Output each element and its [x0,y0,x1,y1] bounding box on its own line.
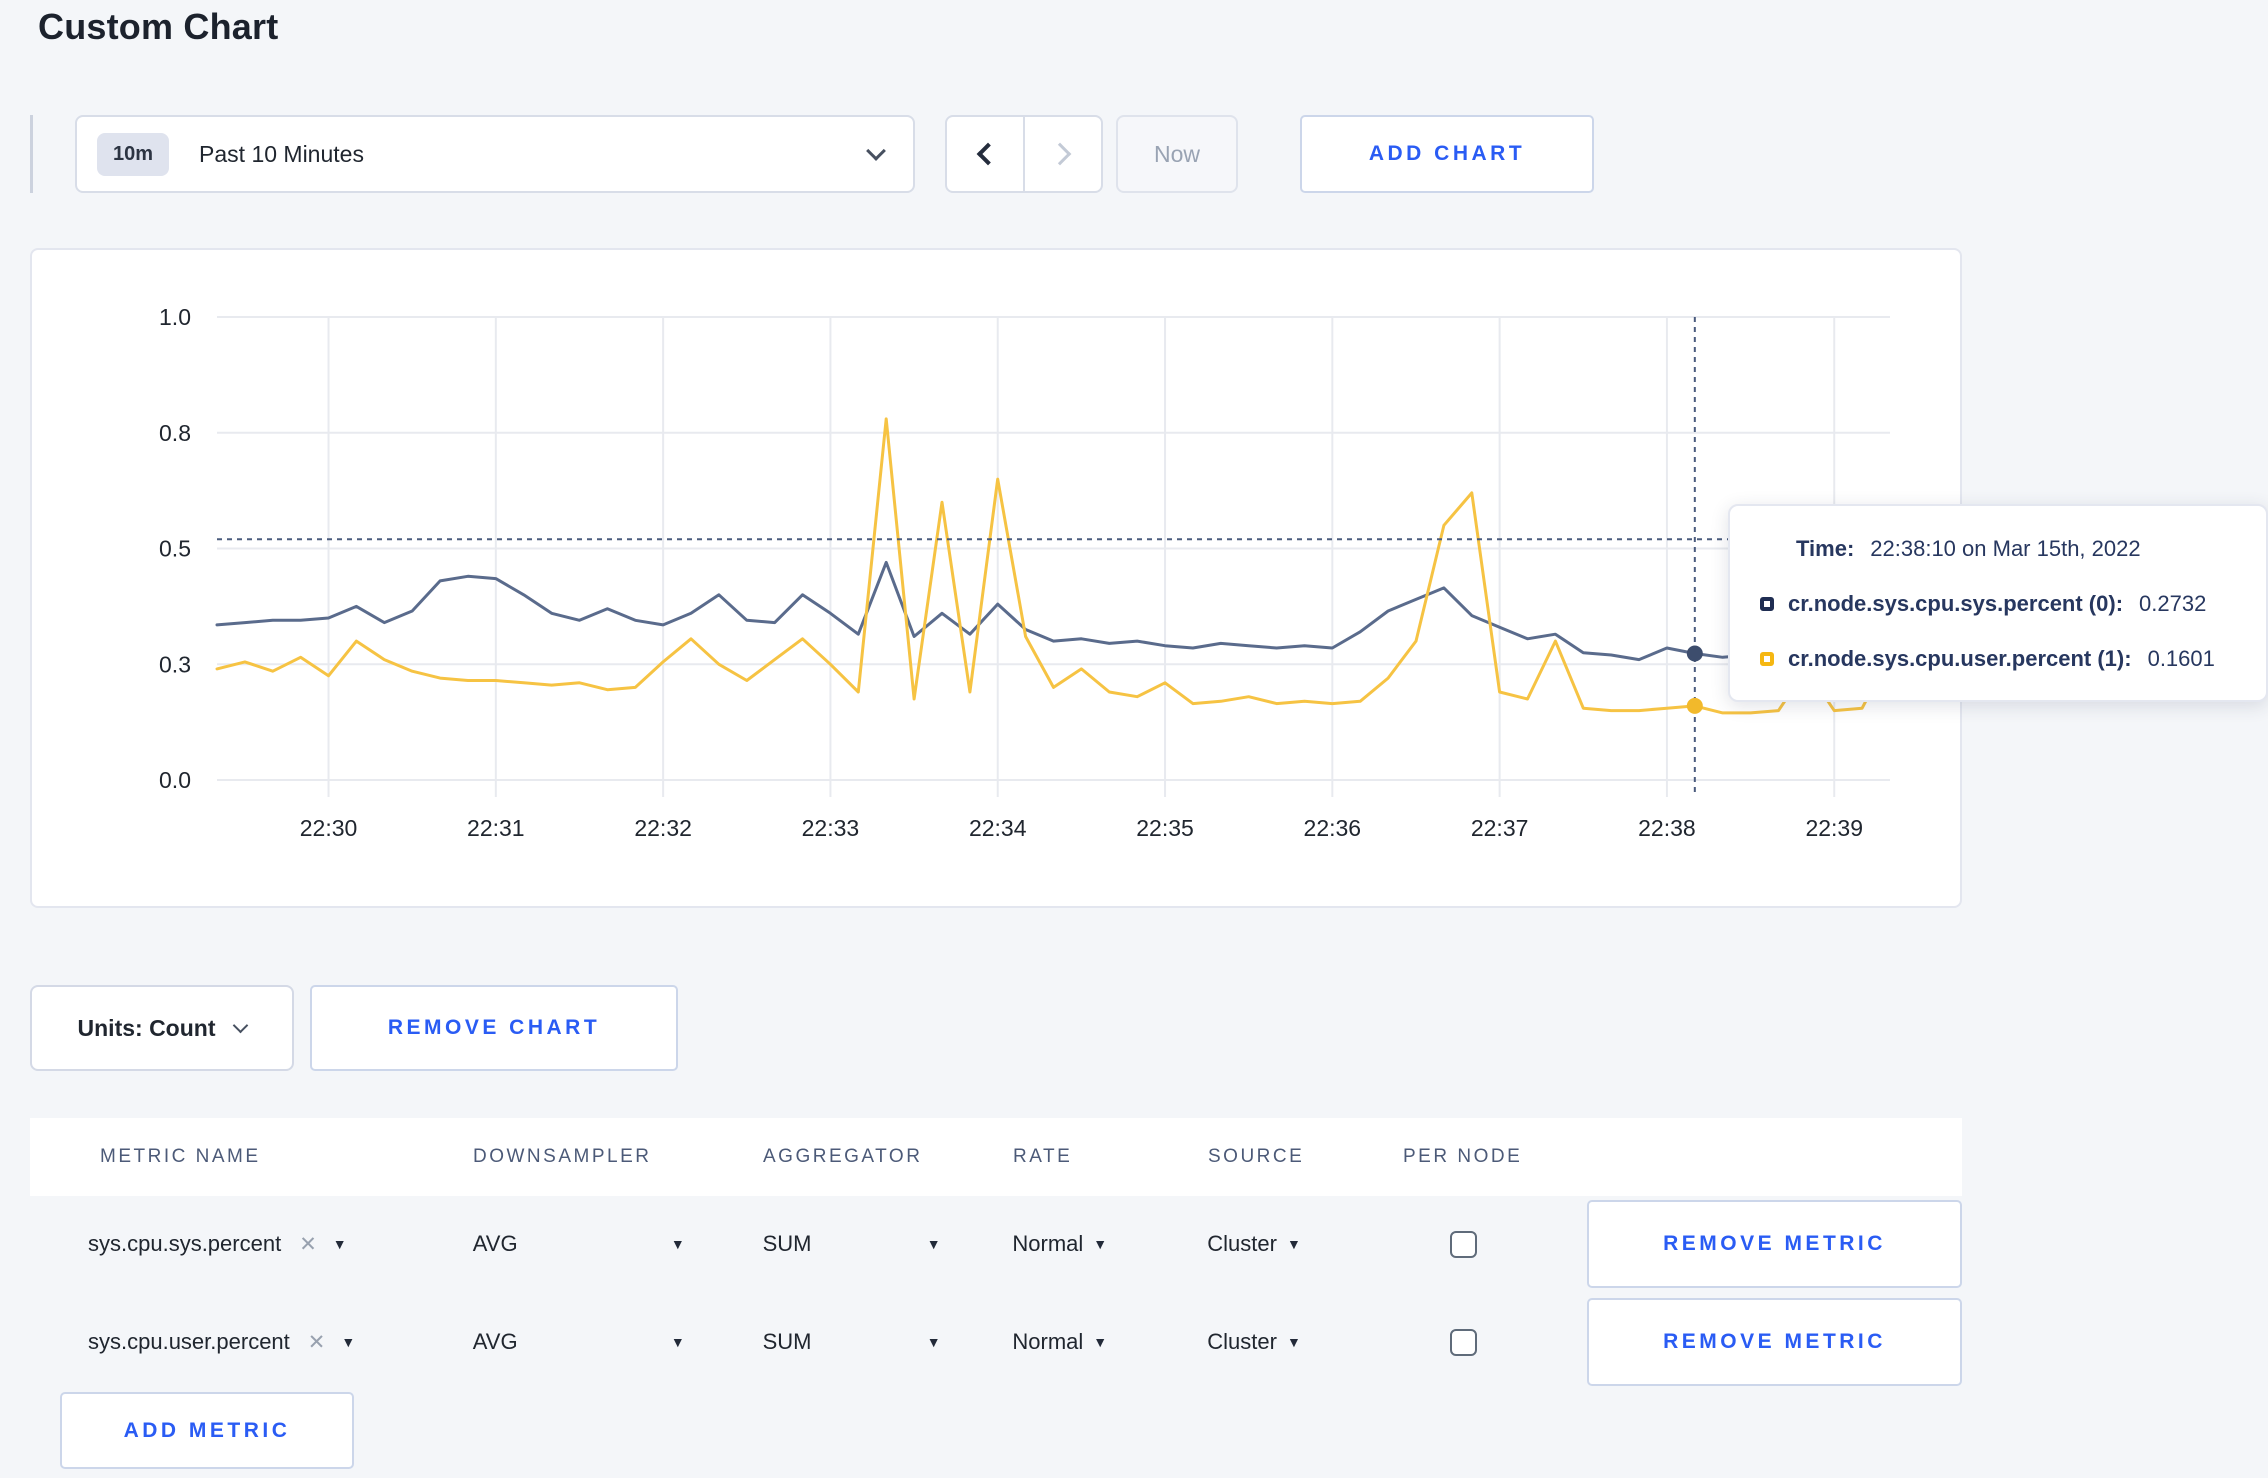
custom-chart-page: Custom Chart 10m Past 10 Minutes Now ADD… [0,0,2268,1478]
metric-dropdown-arrow-icon[interactable]: ▼ [333,1236,347,1252]
toolbar-divider [30,115,33,193]
series-user-swatch-icon [1760,652,1774,666]
svg-text:22:38: 22:38 [1638,815,1696,841]
chart-card: 1.0 0.8 0.5 0.3 0.0 22:30 22:31 22:32 22:33 22:34… [30,248,2268,908]
svg-text:0.8: 0.8 [159,420,191,446]
tooltip-time-value: 22:38:10 on Mar 15th, 2022 [1870,536,2141,561]
rate-select[interactable]: Normal [1012,1231,1083,1257]
remove-chart-button[interactable]: REMOVE CHART [310,985,678,1071]
header-rate: RATE [1013,1146,1073,1167]
dropdown-arrow-icon: ▼ [1286,1334,1301,1350]
time-nav [945,115,1103,193]
prev-time-button[interactable] [947,117,1023,191]
chevron-left-icon [976,142,1000,166]
clear-metric-icon[interactable]: ✕ [308,1330,326,1355]
now-button[interactable]: Now [1116,115,1238,193]
tooltip-series-value: 0.1601 [2147,646,2215,671]
tooltip-series-row: cr.node.sys.cpu.sys.percent (0): 0.2732 [1760,591,2236,617]
chevron-down-icon [233,1017,249,1033]
per-node-checkbox[interactable] [1450,1328,1478,1356]
svg-text:22:39: 22:39 [1805,815,1863,841]
chevron-right-icon [1048,142,1072,166]
header-metric-name: METRIC NAME [100,1146,261,1167]
series-sys-swatch-icon [1760,597,1774,611]
dropdown-arrow-icon: ▼ [670,1236,685,1252]
svg-text:22:37: 22:37 [1471,815,1529,841]
svg-text:22:30: 22:30 [300,815,358,841]
svg-text:22:31: 22:31 [467,815,525,841]
chart-tooltip: Time: 22:38:10 on Mar 15th, 2022 cr.node… [1728,504,2268,702]
remove-metric-button[interactable]: REMOVE METRIC [1587,1200,1963,1288]
units-label: Units: Count [77,1014,216,1041]
metric-row: sys.cpu.user.percent ✕ ▼ AVG ▼ SUM ▼ Norma… [30,1294,1963,1390]
svg-text:22:34: 22:34 [969,815,1027,841]
svg-text:0.5: 0.5 [159,536,191,562]
add-metric-button[interactable]: ADD METRIC [60,1392,354,1469]
rate-select[interactable]: Normal [1012,1329,1083,1355]
metric-name-value: sys.cpu.user.percent [88,1329,290,1354]
metric-name-value: sys.cpu.sys.percent [88,1231,282,1256]
downsampler-select[interactable]: AVG ▼ [473,1231,685,1257]
dropdown-arrow-icon: ▼ [1093,1334,1108,1350]
svg-text:22:35: 22:35 [1136,815,1194,841]
add-chart-button[interactable]: ADD CHART [1300,115,1594,193]
tooltip-time-row: Time: 22:38:10 on Mar 15th, 2022 [1760,536,2236,562]
time-range-label: Past 10 Minutes [199,140,364,167]
header-source: SOURCE [1208,1146,1305,1167]
downsampler-select[interactable]: AVG ▼ [473,1329,685,1355]
header-downsampler: DOWNSAMPLER [473,1146,652,1167]
source-select[interactable]: Cluster [1207,1329,1277,1355]
remove-metric-button[interactable]: REMOVE METRIC [1587,1298,1963,1386]
units-dropdown[interactable]: Units: Count [30,985,294,1071]
chevron-down-icon [866,141,886,161]
page-title: Custom Chart [38,6,279,47]
dropdown-arrow-icon: ▼ [670,1334,685,1350]
next-time-button[interactable] [1023,117,1101,191]
aggregator-select[interactable]: SUM ▼ [763,1231,941,1257]
dropdown-arrow-icon: ▼ [1286,1236,1301,1252]
svg-text:22:36: 22:36 [1304,815,1362,841]
svg-text:22:32: 22:32 [634,815,692,841]
tooltip-series-name: cr.node.sys.cpu.user.percent (1): [1788,646,2132,671]
clear-metric-icon[interactable]: ✕ [299,1232,317,1257]
time-range-dropdown[interactable]: 10m Past 10 Minutes [75,115,915,193]
time-range-badge: 10m [97,132,170,176]
header-aggregator: AGGREGATOR [763,1146,923,1167]
svg-text:0.0: 0.0 [159,767,191,793]
svg-text:0.3: 0.3 [159,651,191,677]
source-select[interactable]: Cluster [1207,1231,1277,1257]
line-chart[interactable]: 1.0 0.8 0.5 0.3 0.0 22:30 22:31 22:32 22:33 22:34… [32,250,1960,906]
per-node-checkbox[interactable] [1450,1230,1478,1258]
tooltip-series-value: 0.2732 [2139,591,2207,616]
tooltip-series-row: cr.node.sys.cpu.user.percent (1): 0.1601 [1760,646,2236,672]
dropdown-arrow-icon: ▼ [1093,1236,1108,1252]
svg-text:1.0: 1.0 [159,304,191,330]
metrics-table-header: METRIC NAME DOWNSAMPLER AGGREGATOR RATE … [30,1118,1962,1196]
svg-text:22:33: 22:33 [802,815,860,841]
dropdown-arrow-icon: ▼ [926,1236,941,1252]
header-per-node: PER NODE [1403,1146,1523,1167]
tooltip-time-label: Time: [1796,536,1855,561]
metric-row: sys.cpu.sys.percent ✕ ▼ AVG ▼ SUM ▼ Normal… [30,1196,1963,1292]
dropdown-arrow-icon: ▼ [926,1334,941,1350]
metric-dropdown-arrow-icon[interactable]: ▼ [341,1334,355,1350]
tooltip-series-name: cr.node.sys.cpu.sys.percent (0): [1788,591,2124,616]
aggregator-select[interactable]: SUM ▼ [763,1329,941,1355]
